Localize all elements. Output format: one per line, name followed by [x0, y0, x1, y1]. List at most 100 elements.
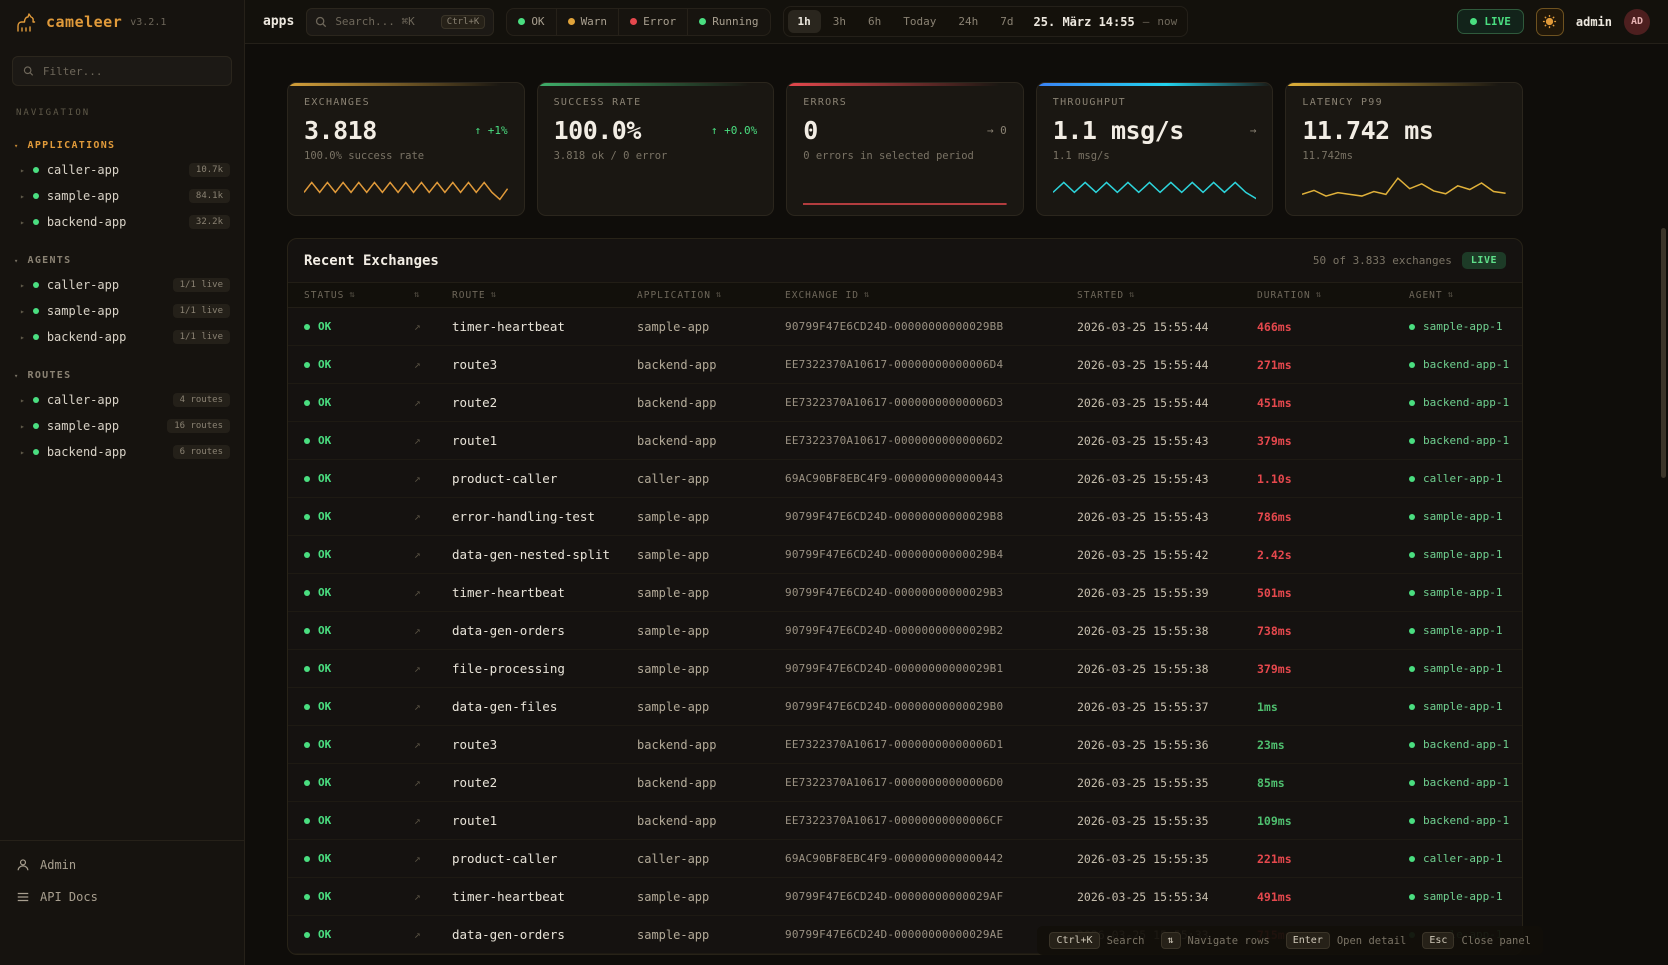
- stat-delta: ↑ +0.0%: [711, 124, 757, 137]
- filter-chip-running[interactable]: Running: [688, 9, 769, 35]
- open-arrow-icon[interactable]: ↗: [414, 738, 452, 751]
- exchange-id-cell: 90799F47E6CD24D-00000000000029AE: [785, 928, 1077, 941]
- scrollbar-thumb[interactable]: [1661, 228, 1666, 478]
- section-header-routes[interactable]: ▾ROUTES: [0, 362, 244, 387]
- main-area: apps Ctrl+K OKWarnErrorRunning 1h3h6hTod…: [245, 0, 1668, 965]
- open-arrow-icon[interactable]: ↗: [414, 852, 452, 865]
- sidebar-item-sample-app[interactable]: ▸sample-app1/1 live: [0, 298, 244, 324]
- agent-dot: [1409, 742, 1415, 748]
- open-arrow-icon[interactable]: ↗: [414, 776, 452, 789]
- filter-chip-ok[interactable]: OK: [507, 9, 556, 35]
- column-header-icon[interactable]: ⇅: [414, 290, 452, 300]
- sidebar-item-backend-app[interactable]: ▸backend-app6 routes: [0, 439, 244, 465]
- exchange-id-cell: 90799F47E6CD24D-00000000000029B0: [785, 700, 1077, 713]
- open-arrow-icon[interactable]: ↗: [414, 472, 452, 485]
- route-cell: route1: [452, 813, 637, 828]
- column-header-status[interactable]: STATUS⇅: [304, 290, 414, 301]
- ok-dot: [304, 628, 310, 634]
- filter-input[interactable]: [41, 64, 221, 79]
- ok-dot: [304, 780, 310, 786]
- time-range-24h[interactable]: 24h: [948, 10, 988, 33]
- stat-value: 1.1 msg/s: [1053, 116, 1184, 145]
- column-header-exchange-id[interactable]: EXCHANGE ID⇅: [785, 290, 1077, 301]
- agent-dot: [1409, 552, 1415, 558]
- table-row[interactable]: OK↗route1backend-appEE7322370A10617-0000…: [288, 802, 1522, 840]
- logo: cameleer v3.2.1: [0, 0, 244, 44]
- column-header-duration[interactable]: DURATION⇅: [1257, 290, 1409, 301]
- table-row[interactable]: OK↗route3backend-appEE7322370A10617-0000…: [288, 726, 1522, 764]
- open-arrow-icon[interactable]: ↗: [414, 662, 452, 675]
- table-row[interactable]: OK↗file-processingsample-app90799F47E6CD…: [288, 650, 1522, 688]
- column-header-started[interactable]: STARTED⇅: [1077, 290, 1257, 301]
- open-arrow-icon[interactable]: ↗: [414, 928, 452, 941]
- table-row[interactable]: OK↗timer-heartbeatsample-app90799F47E6CD…: [288, 574, 1522, 612]
- open-arrow-icon[interactable]: ↗: [414, 358, 452, 371]
- status-label: OK: [318, 396, 331, 409]
- filter-chip-error[interactable]: Error: [619, 9, 688, 35]
- table-row[interactable]: OK↗timer-heartbeatsample-app90799F47E6CD…: [288, 308, 1522, 346]
- open-arrow-icon[interactable]: ↗: [414, 700, 452, 713]
- sidebar-item-badge: 84.1k: [189, 189, 230, 203]
- open-arrow-icon[interactable]: ↗: [414, 548, 452, 561]
- open-arrow-icon[interactable]: ↗: [414, 890, 452, 903]
- table-row[interactable]: OK↗product-callercaller-app69AC90BF8EBC4…: [288, 840, 1522, 878]
- column-header-application[interactable]: APPLICATION⇅: [637, 290, 785, 301]
- open-arrow-icon[interactable]: ↗: [414, 396, 452, 409]
- stat-value: 0: [803, 116, 818, 145]
- live-toggle[interactable]: LIVE: [1457, 9, 1524, 34]
- theme-toggle-button[interactable]: [1536, 8, 1564, 36]
- table-row[interactable]: OK↗data-gen-filessample-app90799F47E6CD2…: [288, 688, 1522, 726]
- search-input[interactable]: [333, 14, 434, 29]
- agent-cell: backend-app-1: [1409, 396, 1509, 409]
- sidebar-item-caller-app[interactable]: ▸caller-app10.7k: [0, 157, 244, 183]
- status-dot: [518, 18, 525, 25]
- open-arrow-icon[interactable]: ↗: [414, 624, 452, 637]
- table-row[interactable]: OK↗timer-heartbeatsample-app90799F47E6CD…: [288, 878, 1522, 916]
- nav-section-label: NAVIGATION: [16, 108, 228, 118]
- sidebar-item-sample-app[interactable]: ▸sample-app84.1k: [0, 183, 244, 209]
- section-header-agents[interactable]: ▾AGENTS: [0, 247, 244, 272]
- column-header-agent[interactable]: AGENT⇅: [1409, 290, 1506, 301]
- sidebar-item-api-docs[interactable]: API Docs: [0, 881, 244, 913]
- open-arrow-icon[interactable]: ↗: [414, 814, 452, 827]
- sidebar-item-label: backend-app: [47, 445, 126, 459]
- table-row[interactable]: OK↗route2backend-appEE7322370A10617-0000…: [288, 764, 1522, 802]
- hint-key: Ctrl+K: [1049, 932, 1099, 949]
- duration-cell: 451ms: [1257, 396, 1409, 410]
- agent-label: backend-app-1: [1423, 358, 1509, 371]
- table-row[interactable]: OK↗route3backend-appEE7322370A10617-0000…: [288, 346, 1522, 384]
- agent-cell: sample-app-1: [1409, 586, 1506, 599]
- open-arrow-icon[interactable]: ↗: [414, 510, 452, 523]
- table-row[interactable]: OK↗route2backend-appEE7322370A10617-0000…: [288, 384, 1522, 422]
- sidebar-item-caller-app[interactable]: ▸caller-app4 routes: [0, 387, 244, 413]
- table-row[interactable]: OK↗data-gen-orderssample-app90799F47E6CD…: [288, 612, 1522, 650]
- sidebar-item-backend-app[interactable]: ▸backend-app32.2k: [0, 209, 244, 235]
- avatar[interactable]: AD: [1624, 9, 1650, 35]
- open-arrow-icon[interactable]: ↗: [414, 434, 452, 447]
- open-arrow-icon[interactable]: ↗: [414, 320, 452, 333]
- table-row[interactable]: OK↗product-callercaller-app69AC90BF8EBC4…: [288, 460, 1522, 498]
- sidebar-item-sample-app[interactable]: ▸sample-app16 routes: [0, 413, 244, 439]
- open-arrow-icon[interactable]: ↗: [414, 586, 452, 599]
- status-label: OK: [318, 890, 331, 903]
- section-header-applications[interactable]: ▾APPLICATIONS: [0, 132, 244, 157]
- time-range-today[interactable]: Today: [893, 10, 946, 33]
- table-row[interactable]: OK↗route1backend-appEE7322370A10617-0000…: [288, 422, 1522, 460]
- sidebar-item-caller-app[interactable]: ▸caller-app1/1 live: [0, 272, 244, 298]
- started-cell: 2026-03-25 15:55:38: [1077, 662, 1257, 676]
- table-row[interactable]: OK↗error-handling-testsample-app90799F47…: [288, 498, 1522, 536]
- status-dot: [33, 282, 39, 288]
- time-range-6h[interactable]: 6h: [858, 10, 891, 33]
- card-accent-bar: [787, 83, 1023, 86]
- status-cell: OK: [304, 586, 414, 599]
- time-range-1h[interactable]: 1h: [788, 10, 821, 33]
- sidebar-item-admin[interactable]: Admin: [0, 849, 244, 881]
- table-row[interactable]: OK↗data-gen-nested-splitsample-app90799F…: [288, 536, 1522, 574]
- column-label: AGENT: [1409, 290, 1443, 301]
- time-range-7d[interactable]: 7d: [990, 10, 1023, 33]
- sidebar-item-badge: 6 routes: [173, 445, 230, 459]
- time-range-3h[interactable]: 3h: [823, 10, 856, 33]
- filter-chip-warn[interactable]: Warn: [557, 9, 620, 35]
- column-header-route[interactable]: ROUTE⇅: [452, 290, 637, 301]
- sidebar-item-backend-app[interactable]: ▸backend-app1/1 live: [0, 324, 244, 350]
